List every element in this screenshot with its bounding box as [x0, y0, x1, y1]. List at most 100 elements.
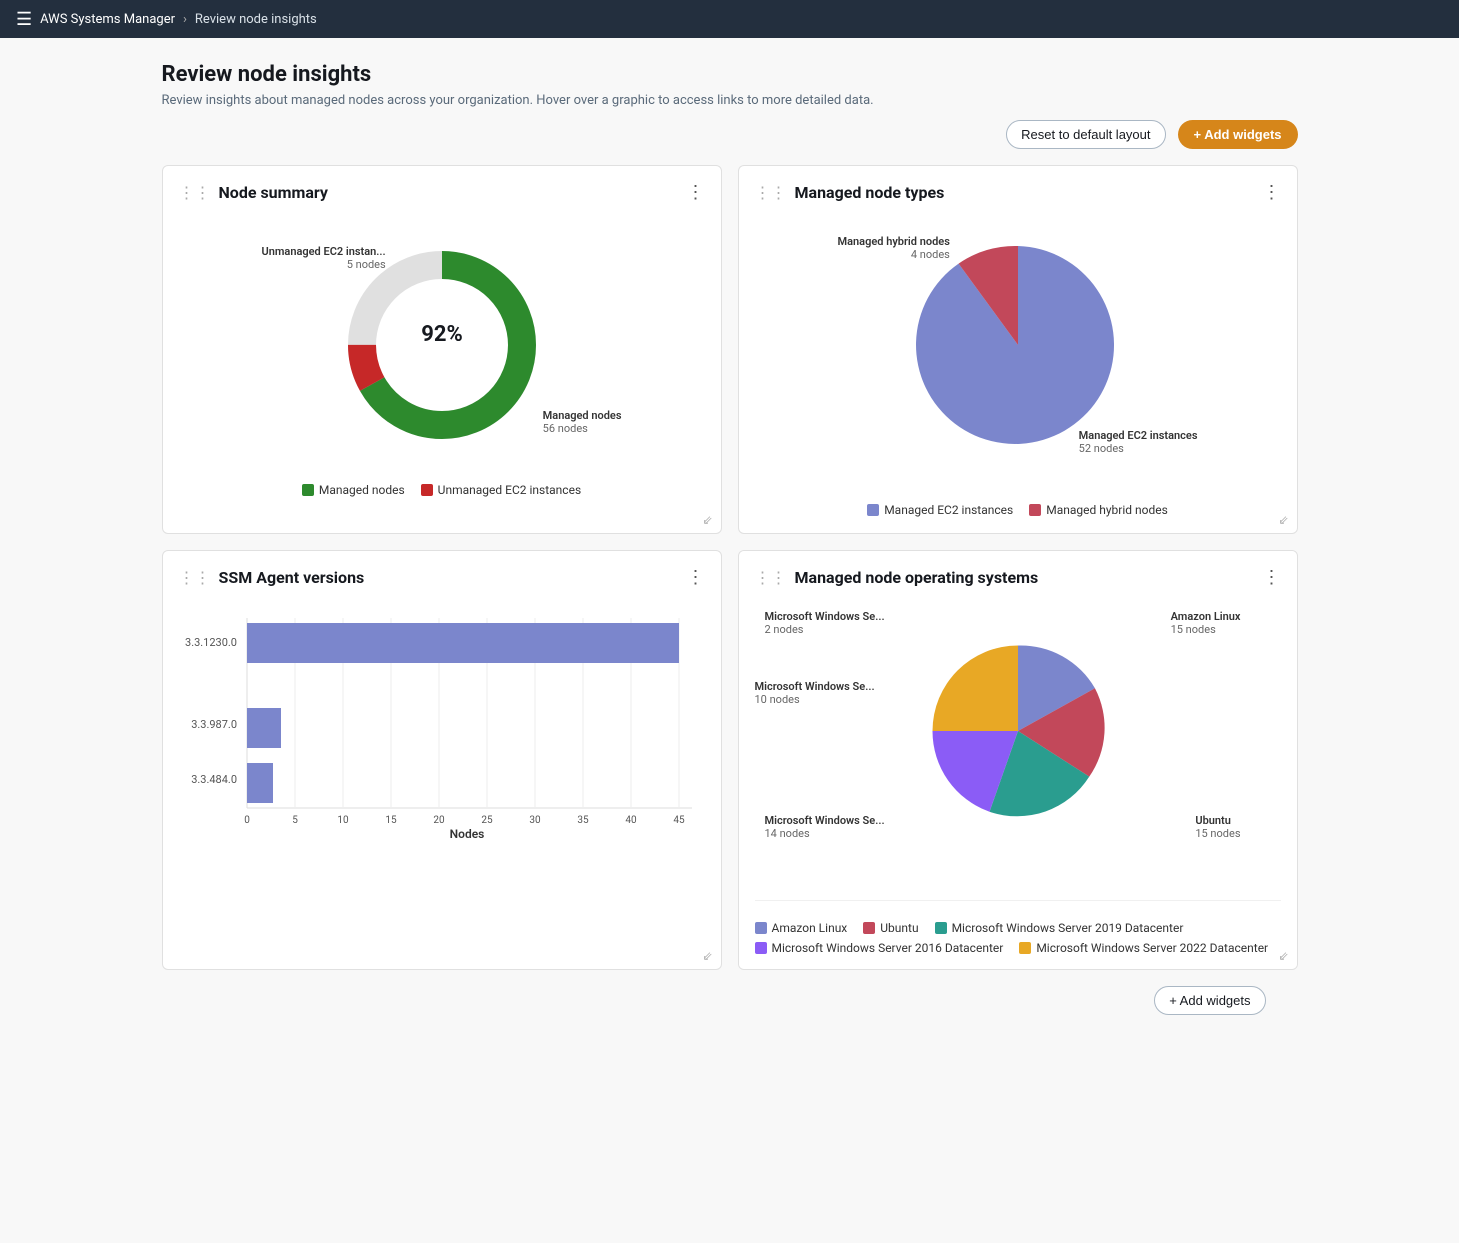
- legend-dot-unmanaged: [421, 484, 433, 496]
- legend-label-ubuntu: Ubuntu: [880, 921, 918, 935]
- legend-win2022: Microsoft Windows Server 2022 Datacenter: [1019, 941, 1268, 955]
- resize-handle-ssm[interactable]: ⇙: [702, 949, 712, 963]
- legend-hybrid-nodes: Managed hybrid nodes: [1029, 503, 1168, 517]
- legend-dot-managed: [302, 484, 314, 496]
- svg-text:92%: 92%: [421, 322, 463, 347]
- legend-unmanaged-ec2: Unmanaged EC2 instances: [421, 483, 581, 497]
- callout-amazon-linux: Amazon Linux 15 nodes: [1171, 610, 1241, 636]
- svg-text:25: 25: [481, 815, 493, 826]
- legend-managed-nodes: Managed nodes: [302, 483, 405, 497]
- widget-ssm-header: ⋮⋮ SSM Agent versions ⋮: [179, 567, 705, 588]
- widget-managed-node-types: ⋮⋮ Managed node types ⋮ Managed hybrid n…: [738, 165, 1298, 534]
- legend-dot-hybrid: [1029, 504, 1041, 516]
- drag-handle-icon-ssm[interactable]: ⋮⋮: [179, 568, 211, 587]
- widget-node-summary-menu[interactable]: ⋮: [687, 182, 705, 203]
- svg-text:3.3.987.0: 3.3.987.0: [191, 718, 237, 731]
- svg-text:Nodes: Nodes: [449, 827, 484, 838]
- callout-ubuntu: Ubuntu 15 nodes: [1195, 814, 1240, 840]
- legend-dot-win2022: [1019, 942, 1031, 954]
- widget-managed-types-title: Managed node types: [795, 183, 945, 202]
- donut-svg: 92%: [342, 245, 542, 445]
- legend-win2019: Microsoft Windows Server 2019 Datacenter: [935, 921, 1184, 935]
- widget-os-header: ⋮⋮ Managed node operating systems ⋮: [755, 567, 1281, 588]
- footer-toolbar: + Add widgets: [162, 970, 1298, 1031]
- widget-managed-types-header: ⋮⋮ Managed node types ⋮: [755, 182, 1281, 203]
- widget-ssm-title-row: ⋮⋮ SSM Agent versions: [179, 568, 365, 587]
- svg-text:3.3.1230.0: 3.3.1230.0: [185, 636, 237, 649]
- callout-ec2-instances: Managed EC2 instances 52 nodes: [1079, 429, 1198, 455]
- drag-handle-icon-os[interactable]: ⋮⋮: [755, 568, 787, 587]
- pie-svg-types: [908, 235, 1128, 455]
- svg-text:0: 0: [244, 815, 250, 826]
- bar-chart-svg: 3.3.1230.0 3.3.987.0 3.3.484.0: [179, 608, 705, 838]
- legend-label-ec2: Managed EC2 instances: [884, 503, 1013, 517]
- widget-os-title-row: ⋮⋮ Managed node operating systems: [755, 568, 1039, 587]
- callout-win2022: Microsoft Windows Se... 2 nodes: [765, 610, 885, 636]
- pie-chart-container-types: Managed hybrid nodes 4 nodes Managed EC2…: [828, 215, 1208, 495]
- donut-chart-container: Unmanaged EC2 instan... 5 nodes 92%: [252, 215, 632, 475]
- legend-dot-ec2: [867, 504, 879, 516]
- legend-win2016: Microsoft Windows Server 2016 Datacenter: [755, 941, 1004, 955]
- managed-types-chart-area: Managed hybrid nodes 4 nodes Managed EC2…: [755, 215, 1281, 517]
- svg-text:40: 40: [625, 815, 637, 826]
- svg-text:20: 20: [433, 815, 445, 826]
- widget-ssm-menu[interactable]: ⋮: [687, 567, 705, 588]
- legend-ec2-instances: Managed EC2 instances: [867, 503, 1013, 517]
- add-widgets-button-top[interactable]: + Add widgets: [1178, 120, 1298, 149]
- legend-label-win2022: Microsoft Windows Server 2022 Datacenter: [1036, 941, 1268, 955]
- legend-dot-win2019: [935, 922, 947, 934]
- drag-handle-icon-types[interactable]: ⋮⋮: [755, 183, 787, 202]
- widget-os: ⋮⋮ Managed node operating systems ⋮ Micr…: [738, 550, 1298, 970]
- page-container: Review node insights Review insights abo…: [130, 38, 1330, 1055]
- menu-icon[interactable]: ☰: [16, 9, 32, 30]
- legend-dot-win2016: [755, 942, 767, 954]
- resize-handle-types[interactable]: ⇙: [1278, 513, 1288, 527]
- widget-ssm-title: SSM Agent versions: [219, 568, 365, 587]
- os-chart-container: Microsoft Windows Se... 2 nodes Microsof…: [755, 600, 1281, 900]
- widget-node-summary-title: Node summary: [219, 183, 328, 202]
- svg-text:45: 45: [673, 815, 685, 826]
- callout-managed: Managed nodes 56 nodes: [543, 409, 622, 435]
- page-title: Review node insights: [162, 62, 1298, 87]
- nav-current-page: Review node insights: [195, 12, 317, 27]
- svg-text:30: 30: [529, 815, 541, 826]
- widget-node-summary: ⋮⋮ Node summary ⋮ Unmanaged EC2 instan..…: [162, 165, 722, 534]
- widget-node-summary-header: ⋮⋮ Node summary ⋮: [179, 182, 705, 203]
- widgets-grid: ⋮⋮ Node summary ⋮ Unmanaged EC2 instan..…: [162, 165, 1298, 970]
- managed-types-legend: Managed EC2 instances Managed hybrid nod…: [867, 503, 1168, 517]
- nav-app-link[interactable]: AWS Systems Manager: [40, 12, 175, 27]
- widget-ssm-agent: ⋮⋮ SSM Agent versions ⋮ 3.3.1230.0 3.3.9…: [162, 550, 722, 970]
- legend-ubuntu: Ubuntu: [863, 921, 918, 935]
- drag-handle-icon[interactable]: ⋮⋮: [179, 183, 211, 202]
- legend-label-amazon: Amazon Linux: [772, 921, 848, 935]
- legend-label-win2016: Microsoft Windows Server 2016 Datacenter: [772, 941, 1004, 955]
- legend-dot-ubuntu: [863, 922, 875, 934]
- legend-label-win2019: Microsoft Windows Server 2019 Datacenter: [952, 921, 1184, 935]
- node-summary-legend: Managed nodes Unmanaged EC2 instances: [302, 483, 581, 497]
- legend-label-hybrid: Managed hybrid nodes: [1046, 503, 1168, 517]
- os-legend: Amazon Linux Ubuntu Microsoft Windows Se…: [755, 900, 1281, 967]
- add-widgets-button-bottom[interactable]: + Add widgets: [1154, 986, 1265, 1015]
- page-description: Review insights about managed nodes acro…: [162, 93, 1298, 108]
- widget-os-menu[interactable]: ⋮: [1263, 567, 1281, 588]
- legend-label-managed: Managed nodes: [319, 483, 405, 497]
- toolbar: Reset to default layout + Add widgets: [162, 120, 1298, 149]
- nav-separator: ›: [183, 12, 187, 27]
- legend-label-unmanaged: Unmanaged EC2 instances: [438, 483, 581, 497]
- svg-text:10: 10: [337, 815, 349, 826]
- ssm-bar-chart-area: 3.3.1230.0 3.3.987.0 3.3.484.0: [179, 600, 705, 850]
- widget-title-row: ⋮⋮ Node summary: [179, 183, 328, 202]
- svg-text:3.3.484.0: 3.3.484.0: [191, 773, 237, 786]
- resize-handle-os[interactable]: ⇙: [1278, 949, 1288, 963]
- pie-svg-os: [923, 636, 1113, 826]
- svg-text:35: 35: [577, 815, 589, 826]
- widget-os-title: Managed node operating systems: [795, 568, 1039, 587]
- top-navigation: ☰ AWS Systems Manager › Review node insi…: [0, 0, 1459, 38]
- legend-dot-amazon: [755, 922, 767, 934]
- page-header: Review node insights Review insights abo…: [162, 62, 1298, 108]
- resize-handle-node-summary[interactable]: ⇙: [702, 513, 712, 527]
- widget-managed-types-title-row: ⋮⋮ Managed node types: [755, 183, 945, 202]
- node-summary-chart-area: Unmanaged EC2 instan... 5 nodes 92%: [179, 215, 705, 497]
- reset-layout-button[interactable]: Reset to default layout: [1006, 120, 1165, 149]
- widget-managed-types-menu[interactable]: ⋮: [1263, 182, 1281, 203]
